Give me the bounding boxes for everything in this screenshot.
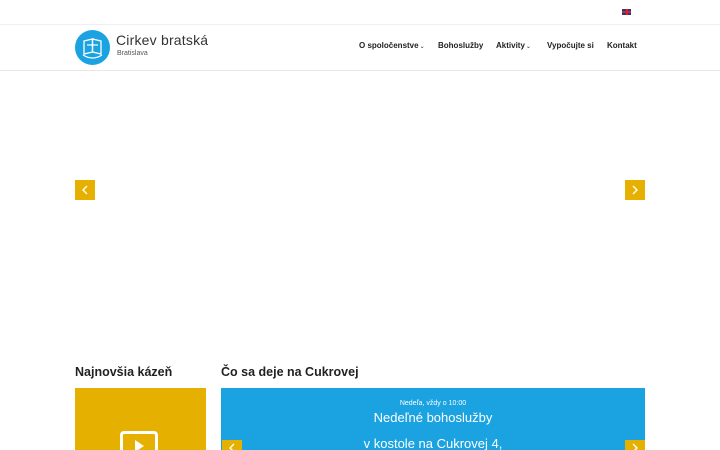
slider-prev-button[interactable] <box>75 180 95 200</box>
nav-item-o-spolocenstve[interactable]: O spoločenstve⌄ <box>359 41 425 50</box>
events-prev-button[interactable] <box>222 440 242 450</box>
nav-item-kontakt[interactable]: Kontakt <box>607 41 637 50</box>
top-bar <box>0 0 720 25</box>
nav-item-label: Kontakt <box>607 41 637 50</box>
brand-subtitle: Bratislava <box>117 50 148 57</box>
event-place: v kostole na Cukrovej 4, <box>363 436 503 450</box>
chevron-left-icon <box>82 185 88 195</box>
events-next-button[interactable] <box>625 440 645 450</box>
nav-item-bohosluzby[interactable]: Bohoslužby <box>438 41 483 50</box>
nav-item-label: Aktivity <box>496 41 525 50</box>
events-slider: Nedeľa, vždy o 10:00 Nedeľné bohoslužby … <box>221 388 645 450</box>
chevron-left-icon <box>229 443 235 450</box>
nav-item-vypocujte-si[interactable]: Vypočujte si <box>547 41 594 50</box>
slider-next-button[interactable] <box>625 180 645 200</box>
chevron-down-icon: ⌄ <box>419 44 425 50</box>
nav-item-aktivity[interactable]: Aktivity⌄ <box>496 41 531 50</box>
nav-item-label: O spoločenstve <box>359 41 419 50</box>
logo-icon[interactable] <box>75 30 110 65</box>
brand-name[interactable]: Cirkev bratská <box>116 32 208 48</box>
latest-sermon-card[interactable] <box>75 388 206 450</box>
chevron-right-icon <box>632 185 638 195</box>
site-header: Cirkev bratská Bratislava O spoločenstve… <box>0 25 720 71</box>
events-section-title: Čo sa deje na Cukrovej <box>221 365 359 379</box>
chevron-down-icon: ⌄ <box>525 44 531 50</box>
event-title[interactable]: Nedeľné bohoslužby <box>221 410 645 425</box>
nav-item-label: Vypočujte si <box>547 41 594 50</box>
sermon-section-title: Najnovšia kázeň <box>75 365 173 379</box>
play-icon[interactable] <box>120 431 158 450</box>
nav-item-label: Bohoslužby <box>438 41 484 50</box>
chevron-right-icon <box>632 443 638 450</box>
en-flag-icon[interactable] <box>622 9 631 15</box>
event-time: Nedeľa, vždy o 10:00 <box>399 400 467 407</box>
